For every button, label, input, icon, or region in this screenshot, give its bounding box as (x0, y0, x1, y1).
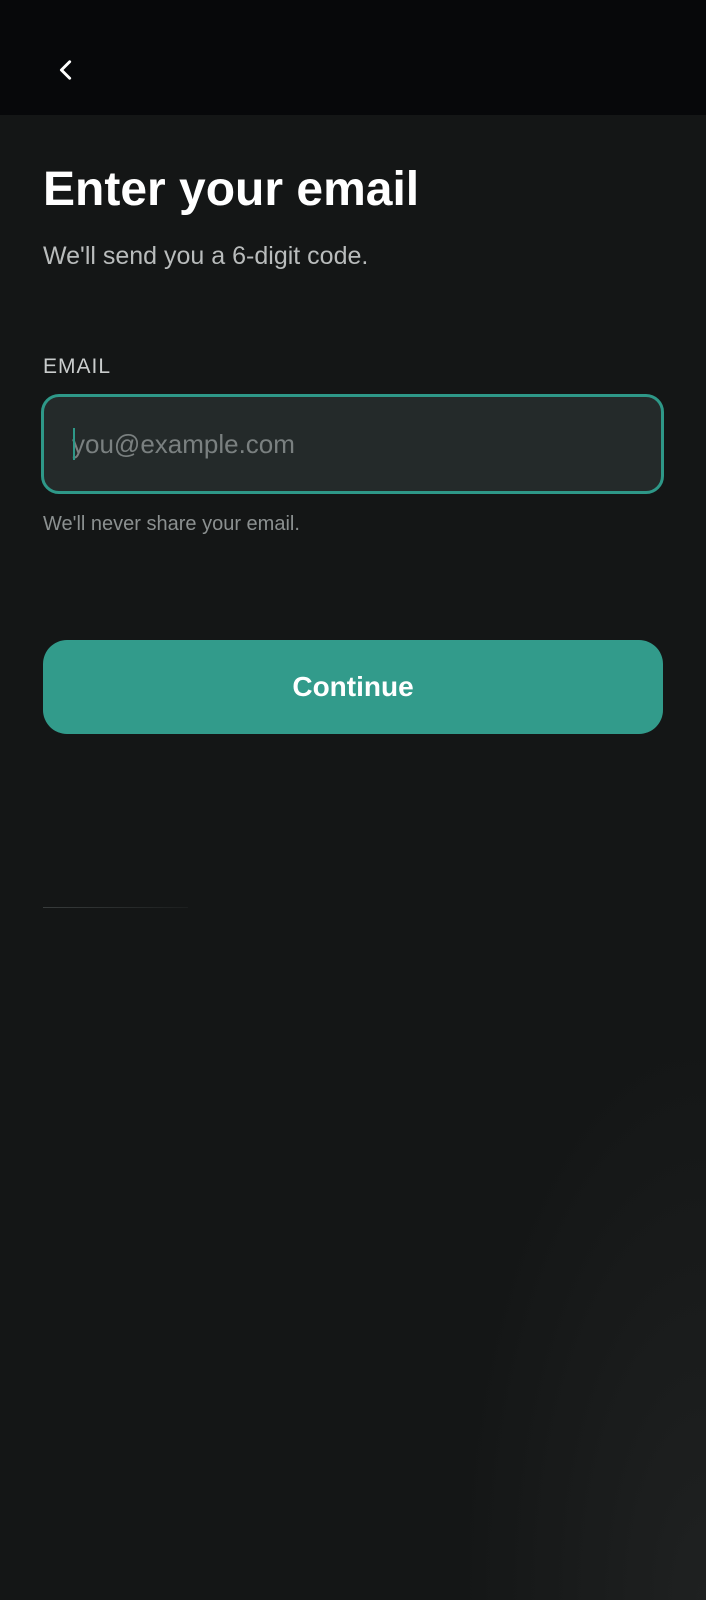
continue-button[interactable]: Continue (43, 640, 663, 734)
back-button[interactable] (44, 50, 88, 94)
top-bar (0, 0, 706, 115)
email-field-container[interactable] (41, 394, 664, 494)
email-input[interactable] (72, 397, 632, 491)
page-subtitle: We'll send you a 6-digit code. (43, 242, 369, 270)
email-helper-text: We'll never share your email. (43, 513, 300, 535)
text-caret (73, 428, 75, 460)
divider (43, 907, 188, 908)
background-glow (470, 1060, 706, 1600)
chevron-left-icon (55, 59, 77, 86)
page-title: Enter your email (43, 163, 420, 216)
email-label: EMAIL (43, 355, 112, 378)
